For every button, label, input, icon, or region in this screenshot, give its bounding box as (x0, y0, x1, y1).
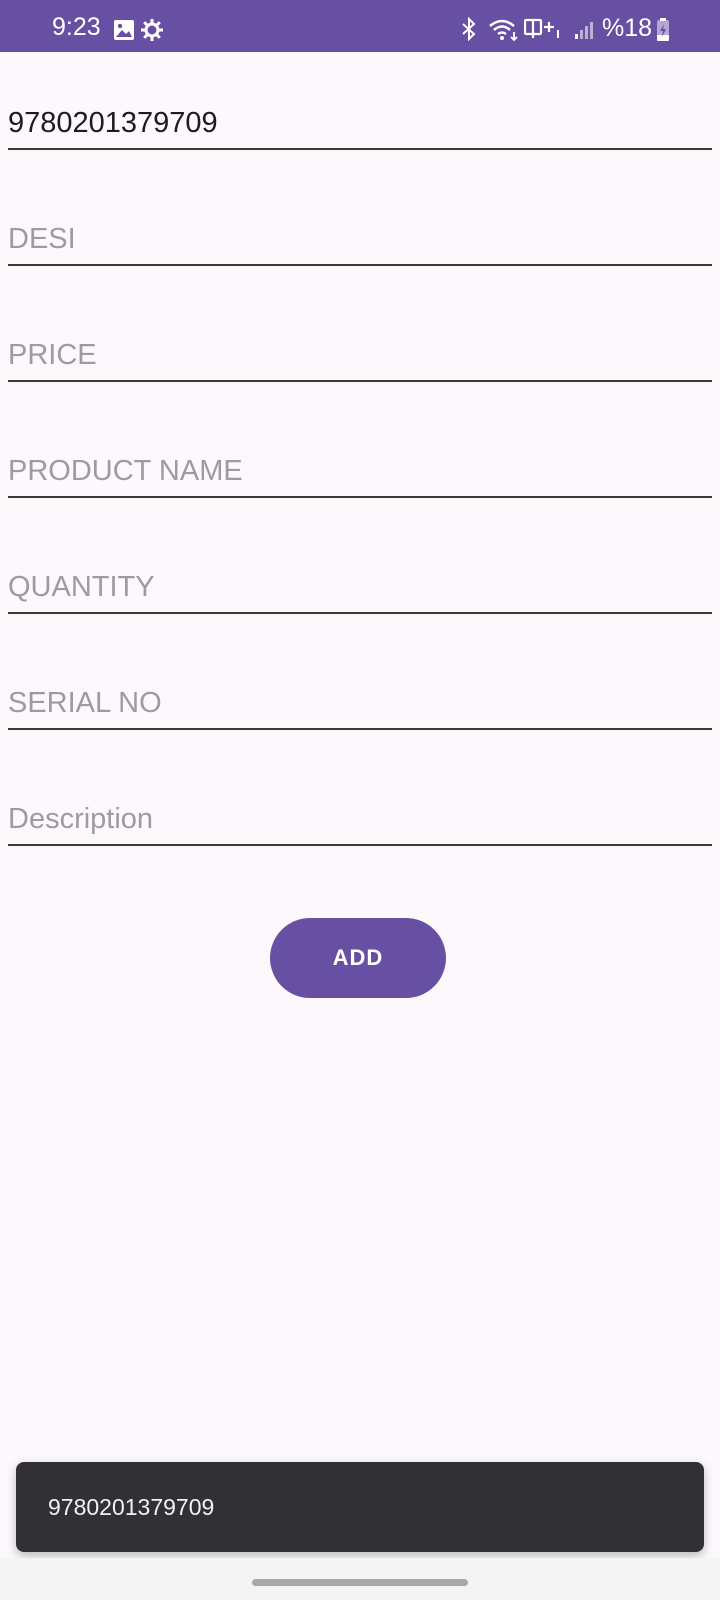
signal-icon (574, 20, 596, 45)
toast-message: 9780201379709 (16, 1462, 704, 1552)
description-field[interactable] (8, 803, 712, 836)
battery-percent: %18 (602, 14, 653, 42)
gesture-handle[interactable] (252, 1579, 468, 1586)
barcode-field[interactable] (8, 107, 712, 140)
volte-icon (523, 18, 564, 45)
quantity-field-container (8, 566, 712, 614)
settings-gear-icon (140, 18, 164, 47)
serial-no-field[interactable] (8, 687, 712, 720)
add-button[interactable]: ADD (270, 918, 446, 998)
product-name-field-container (8, 450, 712, 498)
product-name-field[interactable] (8, 455, 712, 488)
bluetooth-icon (460, 16, 478, 46)
quantity-field[interactable] (8, 571, 712, 604)
price-field[interactable] (8, 339, 712, 372)
wifi-icon (488, 18, 520, 47)
gallery-icon (113, 19, 135, 46)
status-bar: 9:23 %18 (0, 0, 720, 52)
barcode-field-container (8, 102, 712, 150)
status-time: 9:23 (52, 13, 101, 41)
description-field-container (8, 798, 712, 846)
serial-no-field-container (8, 682, 712, 730)
price-field-container (8, 334, 712, 382)
desi-field[interactable] (8, 223, 712, 256)
desi-field-container (8, 218, 712, 266)
navigation-bar (0, 1558, 720, 1600)
toast-text: 9780201379709 (48, 1494, 215, 1520)
battery-charging-icon (656, 18, 670, 47)
